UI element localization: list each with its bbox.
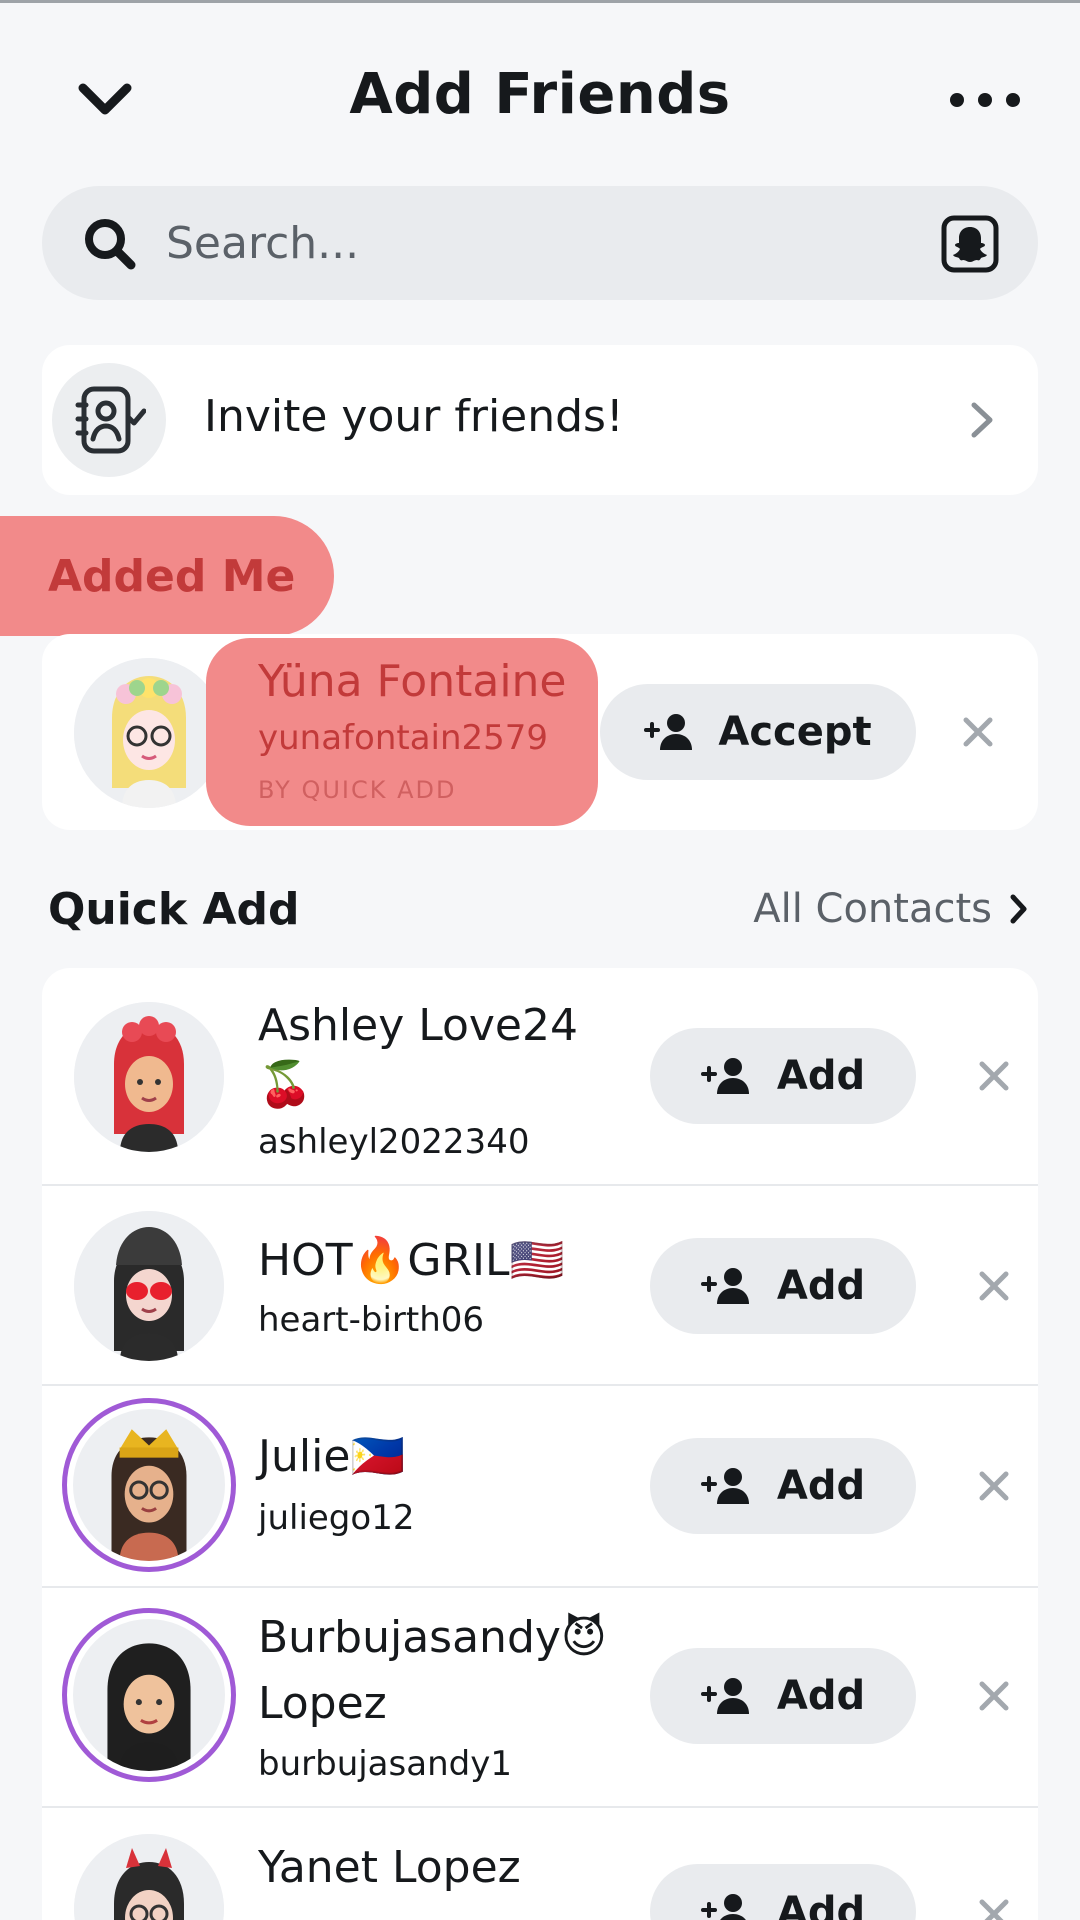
avatar[interactable] [62,1608,236,1782]
avatar[interactable] [74,1834,224,1920]
avatar[interactable] [74,1211,224,1361]
all-contacts-link[interactable]: All Contacts [753,886,1030,932]
list-item[interactable]: Burbujasandy😈 Lopez burbujasandy1 Add [42,1588,1038,1808]
friend-username: yunafontain2579 [258,718,549,758]
add-button[interactable]: Add [650,1648,916,1744]
friend-name: Julie🇵🇭 [258,1431,406,1482]
quick-add-list: Ashley Love24 🍒 ashleyl2022340 Add HOT🔥G… [42,968,1038,1920]
avatar[interactable] [74,658,224,808]
search-bar[interactable] [42,186,1038,300]
header: Add Friends [0,40,1080,150]
add-friend-icon [700,1468,749,1504]
friend-name: Ashley Love24 [258,1000,578,1051]
accept-button[interactable]: Accept [600,684,916,780]
add-button[interactable]: Add [650,1864,916,1920]
add-label: Add [776,1263,866,1309]
section-added-me: Added Me [0,516,334,636]
avatar[interactable] [74,1002,224,1152]
invite-label: Invite your friends! [204,391,624,442]
top-divider [0,0,1080,3]
add-friend-icon [644,714,693,750]
friend-username: burbujasandy1 [258,1744,512,1784]
add-label: Add [776,1889,866,1920]
friend-name: Burbujasandy😈 [258,1612,607,1663]
dismiss-icon[interactable] [974,1466,1014,1506]
friend-username: heart-birth06 [258,1300,485,1340]
section-quick-add: Quick Add [48,884,300,935]
add-friend-icon [700,1894,746,1920]
add-friend-icon [700,1268,749,1304]
dismiss-icon[interactable] [974,1266,1014,1306]
list-item[interactable]: Julie🇵🇭 juliego12 Add [42,1386,1038,1588]
add-button[interactable]: Add [650,1238,916,1334]
add-label: Add [776,1053,866,1099]
friend-username: juliego12 [258,1498,415,1538]
list-item[interactable]: HOT🔥GRIL🇺🇸 heart-birth06 Add [42,1186,1038,1386]
friend-name: Yanet Lopez [258,1842,521,1893]
chevron-right-icon [971,402,993,438]
search-input[interactable] [166,212,926,274]
chevron-right-icon [1010,894,1027,924]
search-icon [85,219,136,270]
list-item[interactable]: Ashley Love24 🍒 ashleyl2022340 Add [42,968,1038,1186]
add-button[interactable]: Add [650,1028,916,1124]
friend-name: HOT🔥GRIL🇺🇸 [258,1235,565,1286]
section-label: Added Me [48,550,296,602]
add-label: Add [776,1463,866,1509]
friend-name-line2: 🍒 [258,1059,313,1110]
add-friend-icon [700,1058,749,1094]
avatar[interactable] [62,1398,236,1572]
dismiss-icon[interactable] [958,712,998,752]
invite-friends-row[interactable]: Invite your friends! [42,345,1038,495]
friend-username: ashleyl2022340 [258,1122,530,1162]
all-contacts-label: All Contacts [753,886,992,932]
list-item[interactable]: Yanet Lopez Add [42,1808,1038,1920]
accept-label: Accept [718,709,872,755]
dismiss-icon[interactable] [974,1894,1014,1920]
contacts-check-icon [52,363,166,477]
add-label: Add [776,1673,866,1719]
add-friend-icon [700,1678,749,1714]
snapcode-scan-icon[interactable] [940,214,1000,274]
page-title: Add Friends [349,62,731,127]
more-options-icon[interactable] [950,85,1020,115]
dismiss-icon[interactable] [974,1676,1014,1716]
dismiss-icon[interactable] [974,1056,1014,1096]
friend-source: BY QUICK ADD [258,776,457,804]
add-button[interactable]: Add [650,1438,916,1534]
added-me-card[interactable]: Yüna Fontaine yunafontain2579 BY QUICK A… [42,634,1038,830]
friend-name: Yüna Fontaine [258,656,567,707]
friend-name-line2: Lopez [258,1678,387,1729]
